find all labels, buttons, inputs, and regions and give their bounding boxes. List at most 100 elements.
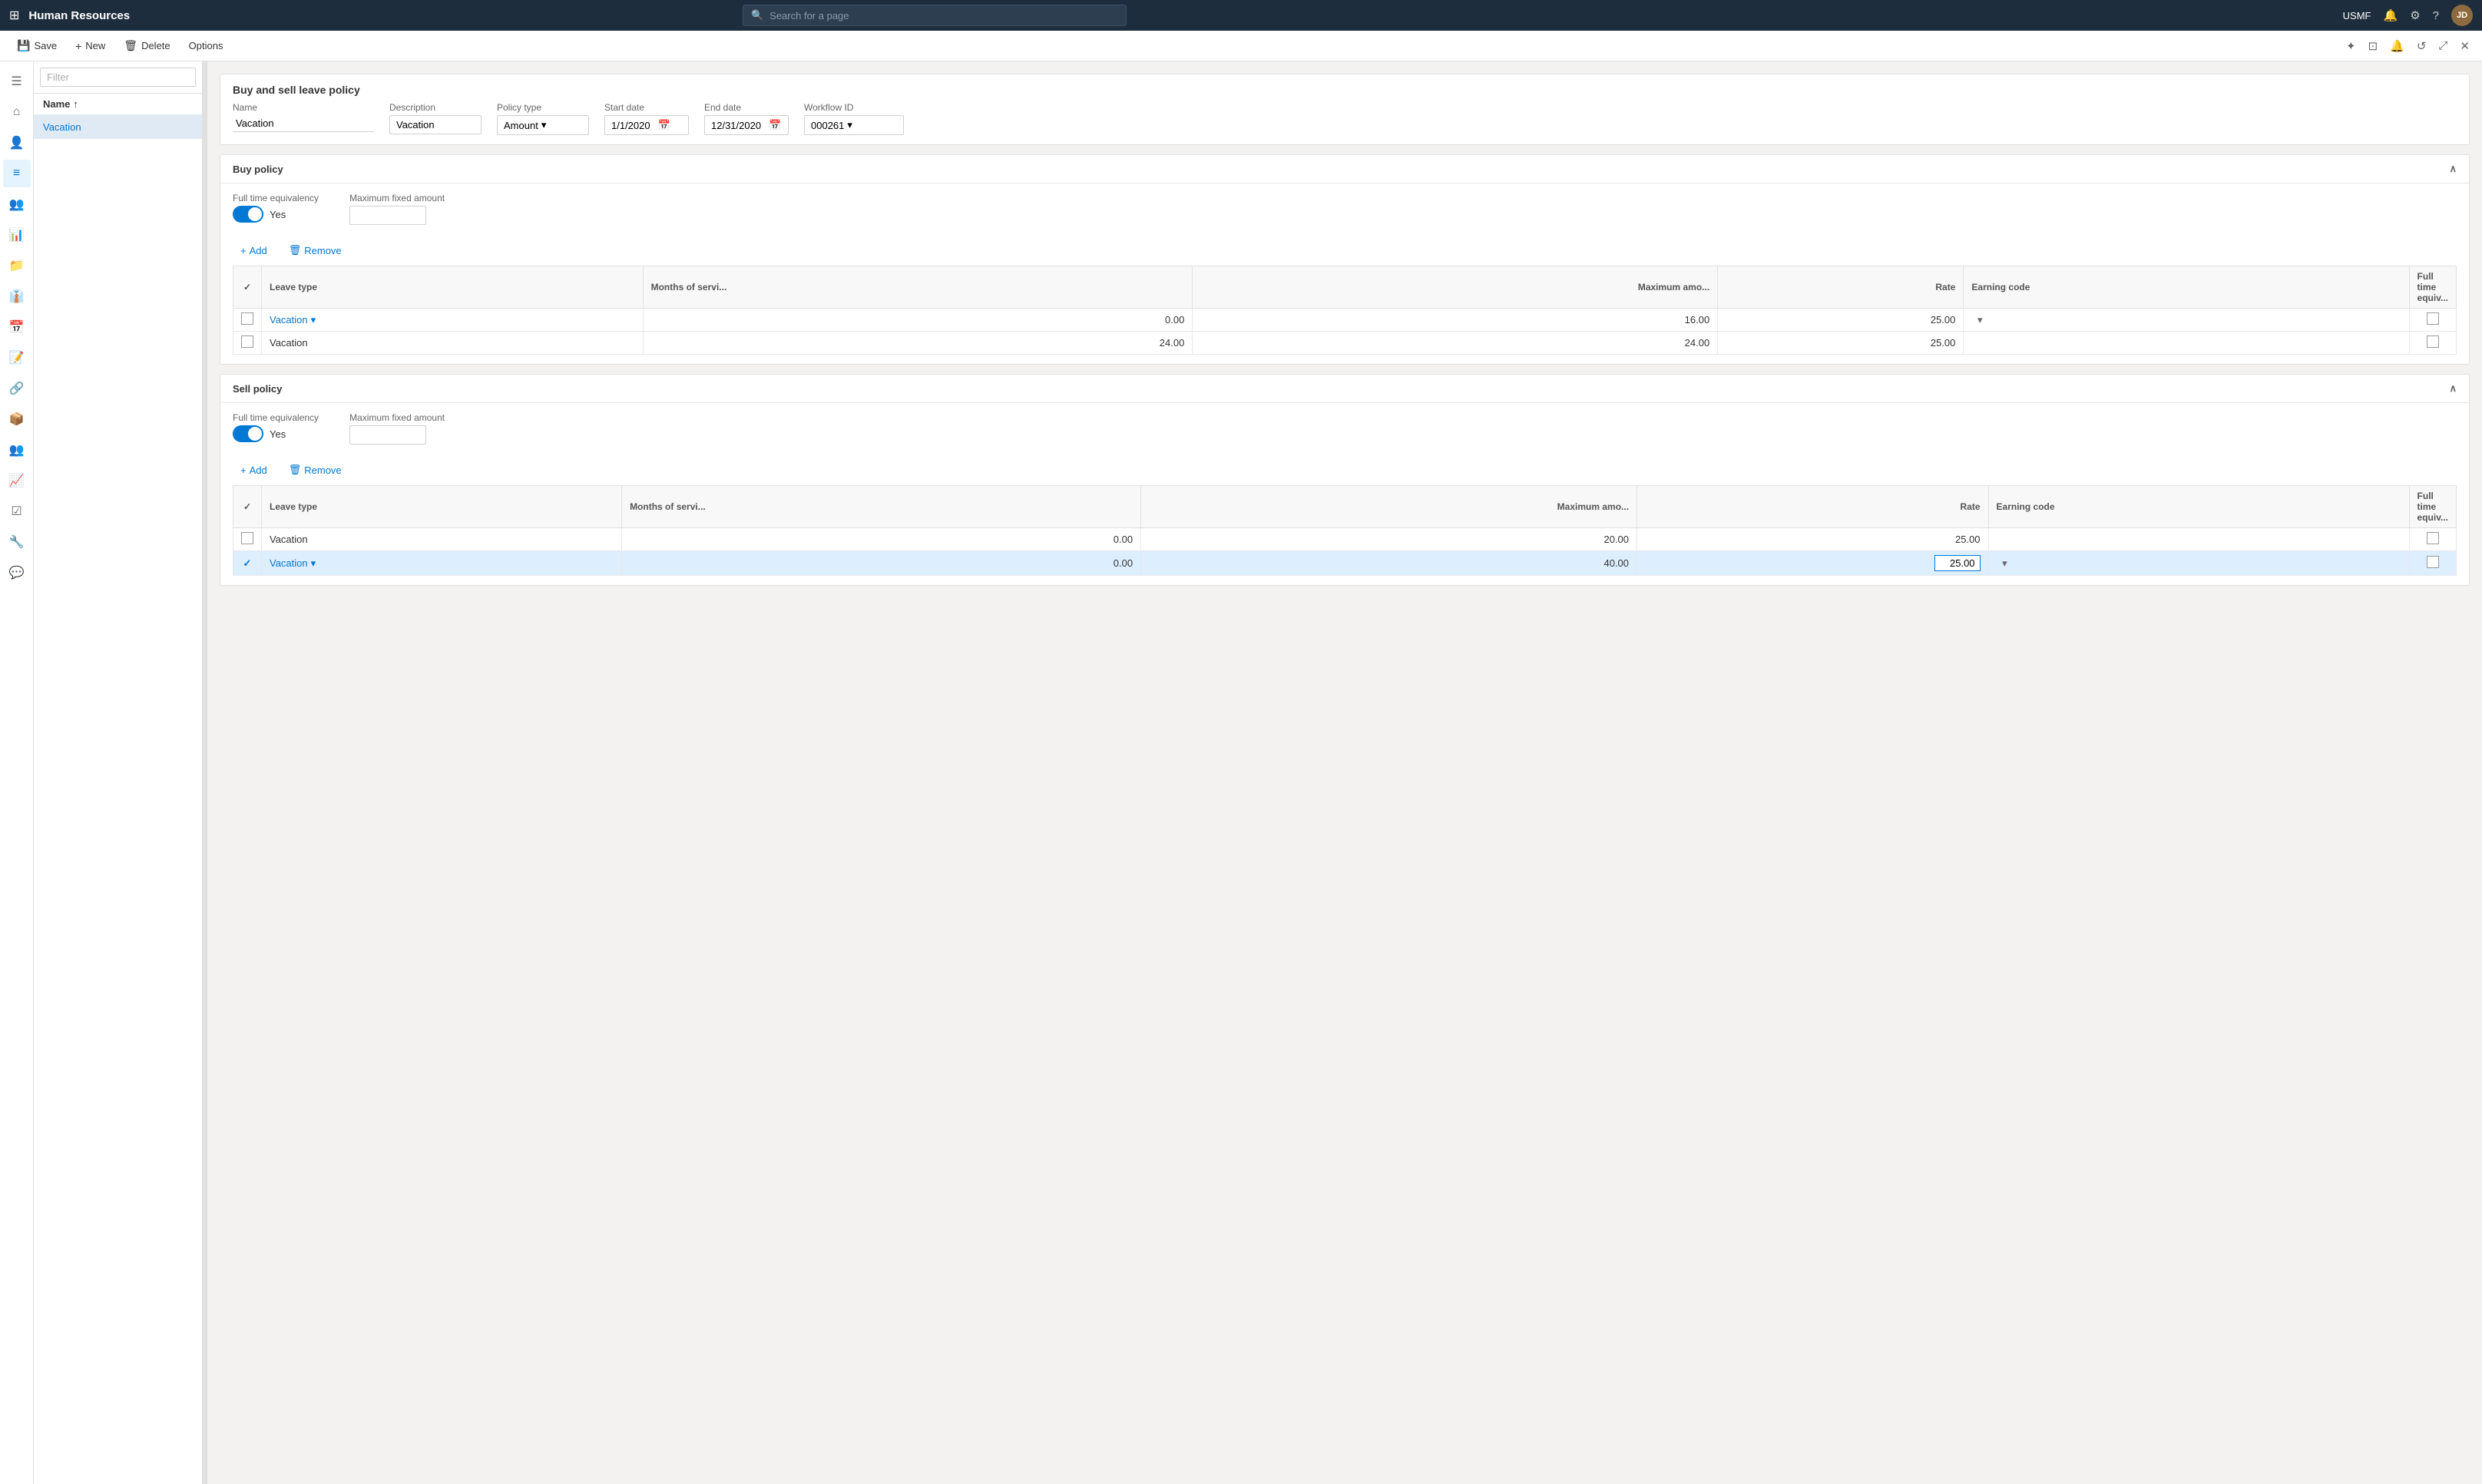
sell-row1-fte[interactable] — [2409, 528, 2456, 551]
buy-col-rate: Rate — [1718, 266, 1964, 309]
sell-row1-earning-code[interactable] — [1988, 528, 2409, 551]
sell-col-max-amount: Maximum amo... — [1141, 486, 1637, 528]
sidebar-analytics-icon[interactable]: 📈 — [3, 467, 31, 494]
sell-row2-earning-code[interactable]: ▾ — [1988, 551, 2409, 576]
sidebar-menu-icon[interactable]: ☰ — [3, 68, 31, 95]
search-bar[interactable]: 🔍 — [743, 5, 1127, 26]
expand-icon[interactable]: ⤢ — [2435, 36, 2451, 55]
view-icon[interactable]: ⊡ — [2365, 36, 2381, 56]
sidebar-chart-icon[interactable]: 📊 — [3, 221, 31, 249]
sidebar-tasks-icon[interactable]: ☑ — [3, 497, 31, 525]
buy-policy-collapse-btn[interactable]: ∧ — [2449, 163, 2457, 175]
sidebar-home-icon[interactable]: ⌂ — [3, 98, 31, 126]
buy-toolbar-row: + Add 🗑 Remove — [233, 241, 2457, 259]
search-input[interactable] — [769, 10, 1118, 21]
sell-row1-max-amount: 20.00 — [1141, 528, 1637, 551]
grid-icon[interactable]: ⊞ — [9, 8, 19, 23]
sell-policy-title: Sell policy — [233, 383, 282, 395]
sell-row2-check[interactable]: ✓ — [233, 551, 262, 576]
options-button[interactable]: Options — [181, 37, 231, 55]
sidebar-employee-icon[interactable]: 👔 — [3, 283, 31, 310]
sell-checkbox1[interactable] — [241, 532, 253, 544]
checkbox[interactable] — [241, 312, 253, 325]
buy-policy-table: ✓ Leave type Months of servi... Maximum … — [233, 266, 2457, 355]
buy-col-fte: Full time equiv... — [2409, 266, 2456, 309]
sell-policy-collapse-btn[interactable]: ∧ — [2449, 382, 2457, 395]
sell-row2-leave-type[interactable]: Vacation ▾ — [262, 551, 622, 576]
buy-row1-check[interactable] — [233, 309, 262, 332]
leave-type-link[interactable]: Vacation ▾ — [270, 314, 635, 326]
buy-row1-fte[interactable] — [2409, 309, 2456, 332]
sell-row1-leave-type[interactable]: Vacation — [262, 528, 622, 551]
record-item[interactable]: Vacation — [34, 115, 202, 139]
sell-row2-months: 0.00 — [622, 551, 1141, 576]
buy-fte-toggle[interactable] — [233, 206, 263, 223]
sidebar-list-icon[interactable]: ≡ — [3, 160, 31, 187]
sell-add-button[interactable]: + Add — [233, 461, 275, 479]
delete-icon: 🗑 — [124, 39, 137, 52]
sidebar-chat-icon[interactable]: 💬 — [3, 559, 31, 587]
name-input[interactable] — [233, 115, 374, 132]
buy-row1-leave-type[interactable]: Vacation ▾ — [262, 309, 644, 332]
start-date-picker[interactable]: 1/1/2020 📅 — [604, 115, 689, 135]
sell-row2-fte[interactable] — [2409, 551, 2456, 576]
buy-add-button[interactable]: + Add — [233, 241, 275, 259]
plus-icon-sell: + — [240, 464, 247, 476]
workflow-id-dropdown[interactable]: 000261 ▾ — [804, 115, 904, 135]
sell-row1-months: 0.00 — [622, 528, 1141, 551]
sidebar-link-icon[interactable]: 🔗 — [3, 375, 31, 402]
policy-type-field-group: Policy type Amount ▾ — [497, 102, 589, 135]
help-icon[interactable]: ? — [2433, 9, 2439, 22]
buy-row2-check[interactable] — [233, 332, 262, 355]
chevron-down-icon-workflow: ▾ — [847, 119, 852, 131]
buy-row2-leave-type[interactable]: Vacation — [262, 332, 644, 355]
sell-row1-check[interactable] — [233, 528, 262, 551]
sell-fte-toggle[interactable] — [233, 425, 263, 442]
sidebar-folder-icon[interactable]: 📁 — [3, 252, 31, 279]
buy-row2-months: 24.00 — [643, 332, 1193, 355]
earning-code-dropdown[interactable]: ▾ — [1971, 314, 2401, 326]
filter-input[interactable] — [40, 68, 196, 87]
sidebar-team-icon[interactable]: 👥 — [3, 436, 31, 464]
end-date-picker[interactable]: 12/31/2020 📅 — [704, 115, 789, 135]
sidebar-user-icon[interactable]: 👤 — [3, 129, 31, 157]
remove-icon-sell: 🗑 — [289, 464, 302, 476]
sidebar-calendar-icon[interactable]: 📅 — [3, 313, 31, 341]
description-select[interactable]: Vacation — [389, 115, 482, 134]
fte-checkbox2[interactable] — [2427, 335, 2439, 348]
buy-row2-fte[interactable] — [2409, 332, 2456, 355]
notification-icon[interactable]: 🔔 — [2384, 8, 2398, 22]
delete-button[interactable]: 🗑 Delete — [116, 36, 177, 55]
sidebar-package-icon[interactable]: 📦 — [3, 405, 31, 433]
chevron-down-icon-row: ▾ — [311, 314, 316, 326]
avatar[interactable]: JD — [2451, 5, 2473, 26]
close-icon[interactable]: ✕ — [2457, 36, 2473, 56]
buy-row1-earning-code[interactable]: ▾ — [1964, 309, 2409, 332]
new-button[interactable]: + New — [68, 37, 113, 55]
sell-row2-rate[interactable] — [1637, 551, 1989, 576]
action-bar-right: ✦ ⊡ 🔔 ↺ ⤢ ✕ — [2343, 36, 2473, 56]
policy-type-select[interactable]: Amount ▾ — [497, 115, 589, 135]
fte-checkbox[interactable] — [2427, 312, 2439, 325]
sell-max-amount-input[interactable] — [349, 425, 426, 445]
sell-earning-code-dropdown[interactable]: ▾ — [1997, 557, 2401, 570]
sell-remove-button[interactable]: 🗑 Remove — [281, 461, 349, 479]
notification-bar-icon[interactable]: 🔔 — [2387, 36, 2408, 56]
refresh-icon[interactable]: ↺ — [2414, 36, 2430, 56]
buy-remove-button[interactable]: 🗑 Remove — [281, 241, 349, 259]
sell-fte-checkbox1[interactable] — [2427, 532, 2439, 544]
sidebar-people-icon[interactable]: 👥 — [3, 190, 31, 218]
personalize-icon[interactable]: ✦ — [2343, 36, 2359, 56]
sell-leave-type-link[interactable]: Vacation ▾ — [270, 557, 614, 570]
settings-icon[interactable]: ⚙ — [2410, 8, 2420, 22]
save-button[interactable]: 💾 Save — [9, 36, 65, 55]
sidebar-note-icon[interactable]: 📝 — [3, 344, 31, 372]
sell-row2-rate-input[interactable] — [1934, 555, 1981, 571]
sell-fte-checkbox2[interactable] — [2427, 556, 2439, 568]
buy-max-amount-input[interactable] — [349, 206, 426, 225]
sidebar-settings-icon[interactable]: 🔧 — [3, 528, 31, 556]
checkbox2[interactable] — [241, 335, 253, 348]
buy-row2-earning-code[interactable] — [1964, 332, 2409, 355]
sell-col-earning-code: Earning code — [1988, 486, 2409, 528]
description-field-group: Description Vacation — [389, 102, 482, 135]
